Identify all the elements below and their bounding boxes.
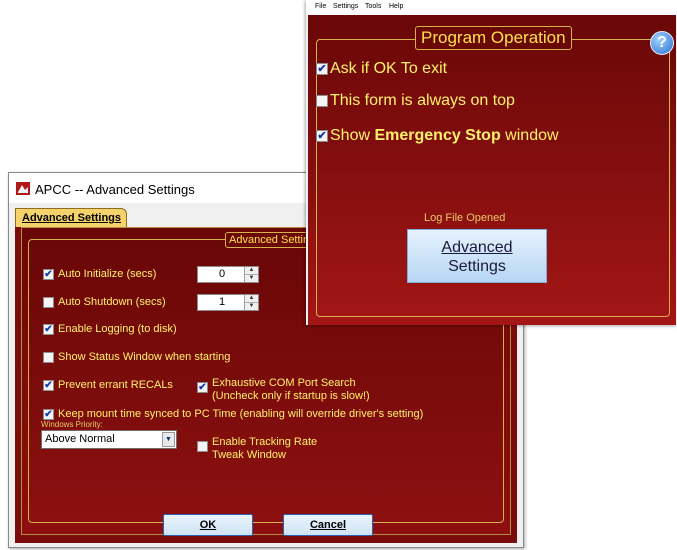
menu-tools[interactable]: Tools [365,3,381,10]
tracking-rate-tweak-label: Enable Tracking Rate Tweak Window [212,436,317,462]
enable-logging-option[interactable]: Enable Logging (to disk) [43,323,177,336]
stepper-down-icon[interactable]: ▼ [245,275,258,282]
dialog-title: APCC -- Advanced Settings [35,182,195,197]
ask-exit-checkbox[interactable] [316,63,328,75]
exhaustive-com-option[interactable]: Exhaustive COM Port Search (Uncheck only… [197,377,370,403]
menu-file[interactable]: File [315,3,326,10]
auto-shutdown-label: Auto Shutdown (secs) [58,296,166,308]
program-operation-title: Program Operation [415,26,572,50]
show-status-window-label: Show Status Window when starting [58,351,231,363]
stepper-buttons: ▲ ▼ [244,295,258,310]
keep-time-synced-checkbox[interactable] [43,409,54,420]
auto-initialize-label: Auto Initialize (secs) [58,268,157,280]
auto-initialize-checkbox[interactable] [43,269,54,280]
chevron-down-icon[interactable]: ▼ [162,432,175,447]
always-on-top-label: This form is always on top [330,92,515,109]
windows-priority-select[interactable]: Above Normal ▼ [41,430,177,449]
advanced-settings-button[interactable]: Advanced Settings [407,229,547,283]
enable-logging-label: Enable Logging (to disk) [58,323,177,335]
menu-bar: File Settings Tools Help [306,0,677,16]
always-on-top-checkbox[interactable] [316,95,328,107]
show-status-window-checkbox[interactable] [43,352,54,363]
ok-button[interactable]: OK [163,514,253,536]
prevent-recals-checkbox[interactable] [43,380,54,391]
emergency-stop-label: Show Emergency Stop window [330,127,559,145]
stepper-buttons: ▲ ▼ [244,267,258,282]
keep-time-synced-label: Keep mount time synced to PC Time (enabl… [58,408,424,420]
tracking-rate-tweak-checkbox[interactable] [197,441,208,452]
always-on-top-option[interactable]: This form is always on top [316,92,515,110]
tracking-rate-tweak-option[interactable]: Enable Tracking Rate Tweak Window [197,436,317,462]
advanced-settings-button-line2: Settings [448,258,506,275]
exhaustive-com-checkbox[interactable] [197,382,208,393]
main-window: File Settings Tools Help Program Operati… [306,0,677,325]
tab-label: Advanced Settings [22,212,122,224]
exhaustive-com-label-line2: (Uncheck only if startup is slow!) [212,390,370,402]
auto-initialize-option[interactable]: Auto Initialize (secs) [43,268,156,281]
exhaustive-com-label-line1: Exhaustive COM Port Search [212,377,356,389]
stepper-up-icon[interactable]: ▲ [245,267,258,275]
emergency-stop-label-pre: Show [330,127,375,144]
cancel-button[interactable]: Cancel [283,514,373,536]
prevent-recals-label: Prevent errant RECALs [58,379,173,391]
emergency-stop-label-bold: Emergency Stop [374,127,501,144]
windows-priority-value: Above Normal [45,433,115,445]
menu-help[interactable]: Help [389,3,403,10]
tab-advanced-settings[interactable]: Advanced Settings [15,208,127,227]
auto-shutdown-stepper[interactable]: 1 ▲ ▼ [197,294,259,311]
emergency-stop-label-post: window [500,127,559,144]
stepper-up-icon[interactable]: ▲ [245,295,258,303]
auto-shutdown-value[interactable]: 1 [198,296,246,308]
cancel-button-label: Cancel [309,519,347,531]
ask-exit-label: Ask if OK To exit [330,60,448,77]
log-status-text: Log File Opened [424,212,506,224]
advanced-settings-button-line1: Advanced [441,239,513,256]
main-client-area: Program Operation ? Ask if OK To exit Th… [308,15,676,325]
ok-button-label: OK [199,519,217,531]
auto-shutdown-checkbox[interactable] [43,297,54,308]
emergency-stop-checkbox[interactable] [316,130,328,142]
auto-initialize-value[interactable]: 0 [198,268,246,280]
auto-shutdown-option[interactable]: Auto Shutdown (secs) [43,296,166,309]
windows-priority-label: Windows Priority: [41,420,103,429]
ask-exit-option[interactable]: Ask if OK To exit [316,60,447,78]
prevent-recals-option[interactable]: Prevent errant RECALs [43,379,173,392]
tracking-rate-tweak-label-line1: Enable Tracking Rate [212,436,318,448]
show-status-window-option[interactable]: Show Status Window when starting [43,351,230,364]
tracking-rate-tweak-label-line2: Tweak Window [212,449,286,461]
app-icon [16,182,30,195]
emergency-stop-option[interactable]: Show Emergency Stop window [316,127,559,145]
auto-initialize-stepper[interactable]: 0 ▲ ▼ [197,266,259,283]
help-icon[interactable]: ? [650,31,674,55]
enable-logging-checkbox[interactable] [43,324,54,335]
menu-settings[interactable]: Settings [333,3,358,10]
exhaustive-com-label: Exhaustive COM Port Search (Uncheck only… [212,377,370,403]
stepper-down-icon[interactable]: ▼ [245,303,258,310]
